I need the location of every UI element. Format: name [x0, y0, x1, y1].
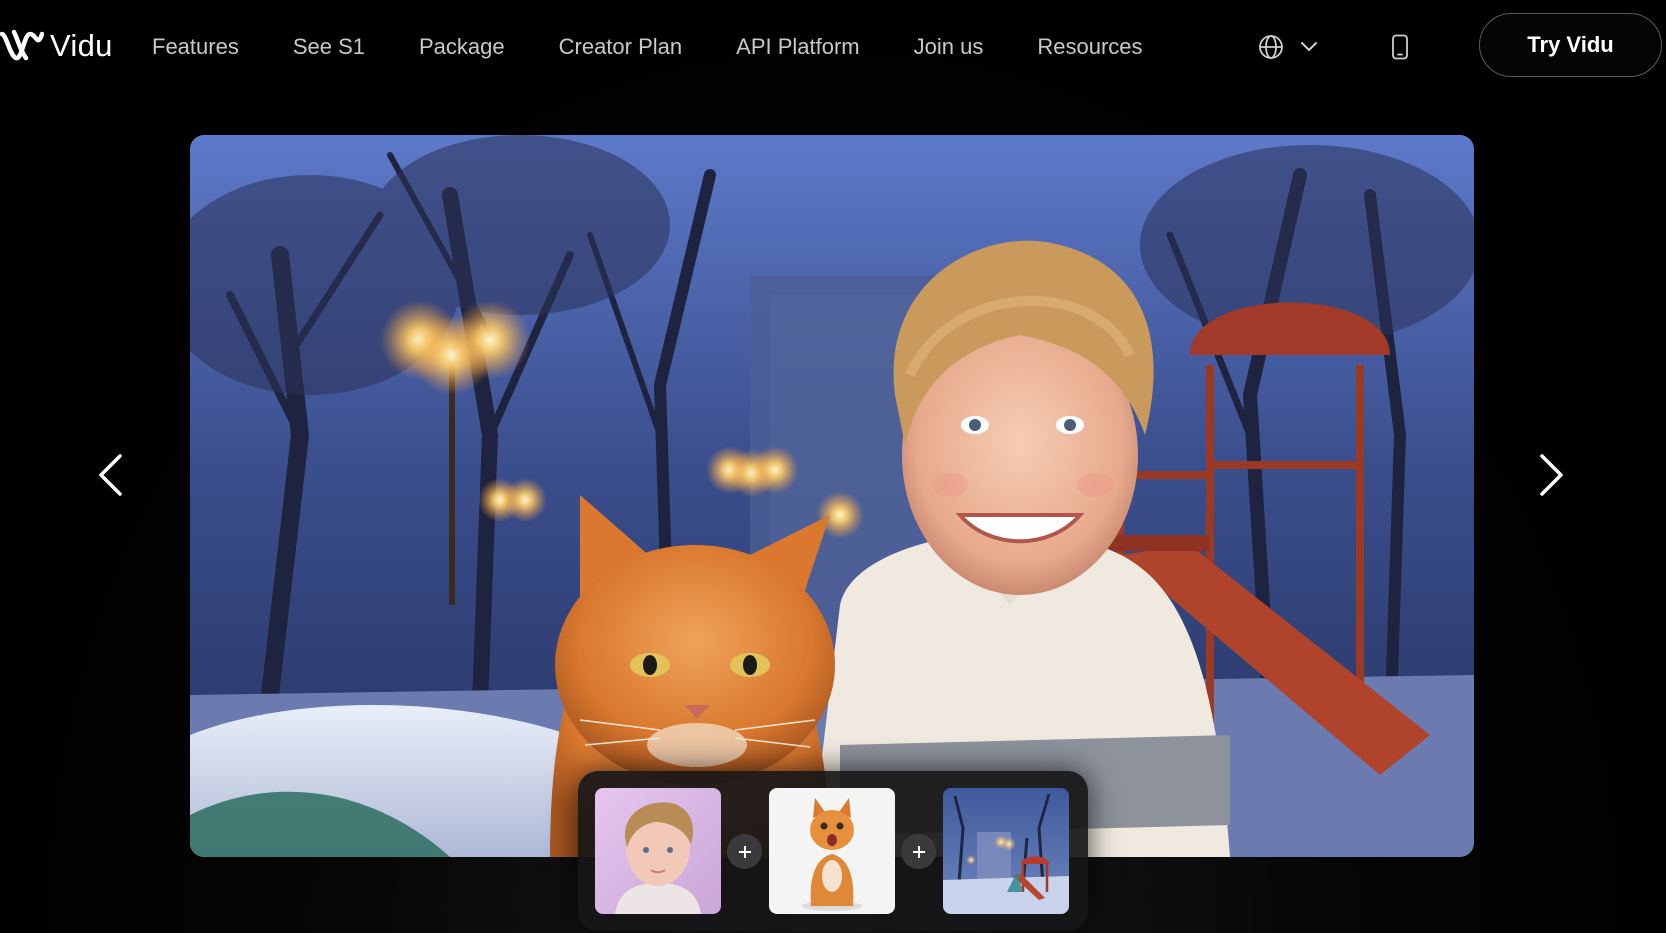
orange-cat-image	[769, 788, 895, 914]
nav-item-api-platform[interactable]: API Platform	[736, 34, 859, 60]
plus-separator	[727, 834, 762, 869]
hero-scene-image	[190, 135, 1474, 857]
reference-images-tray	[578, 771, 1088, 931]
chevron-down-icon	[1301, 42, 1317, 51]
page: Vidu Features See S1 Package Creator Pla…	[0, 0, 1666, 933]
nav-item-features[interactable]: Features	[152, 34, 239, 60]
brand-logo[interactable]: Vidu	[0, 22, 113, 70]
globe-icon	[1259, 35, 1283, 59]
reference-thumbnail-playground[interactable]	[943, 788, 1069, 914]
top-nav-bar: Vidu Features See S1 Package Creator Pla…	[0, 0, 1666, 94]
reference-thumbnail-cat[interactable]	[769, 788, 895, 914]
nav-item-package[interactable]: Package	[419, 34, 505, 60]
nav-item-resources[interactable]: Resources	[1037, 34, 1142, 60]
nav-item-join-us[interactable]: Join us	[914, 34, 984, 60]
plus-separator	[901, 834, 936, 869]
reference-thumbnail-boy[interactable]	[595, 788, 721, 914]
vidu-logo-icon	[0, 29, 44, 61]
snowy-playground-image	[943, 788, 1069, 914]
main-nav: Features See S1 Package Creator Plan API…	[152, 30, 1197, 64]
smartphone-icon	[1392, 34, 1408, 60]
chevron-right-icon	[1540, 454, 1563, 496]
carousel-prev-button[interactable]	[89, 445, 133, 505]
brand-name: Vidu	[50, 28, 113, 63]
language-selector[interactable]	[1258, 32, 1318, 62]
hero-video-preview[interactable]	[190, 135, 1474, 857]
nav-item-see-s1[interactable]: See S1	[293, 34, 365, 60]
plus-icon	[738, 845, 751, 858]
boy-portrait-image	[595, 788, 721, 914]
chevron-left-icon	[99, 454, 122, 496]
plus-icon	[912, 845, 925, 858]
carousel-next-button[interactable]	[1529, 445, 1573, 505]
mobile-app-button[interactable]	[1388, 32, 1412, 62]
try-vidu-button[interactable]: Try Vidu	[1479, 13, 1662, 77]
nav-item-creator-plan[interactable]: Creator Plan	[559, 34, 683, 60]
